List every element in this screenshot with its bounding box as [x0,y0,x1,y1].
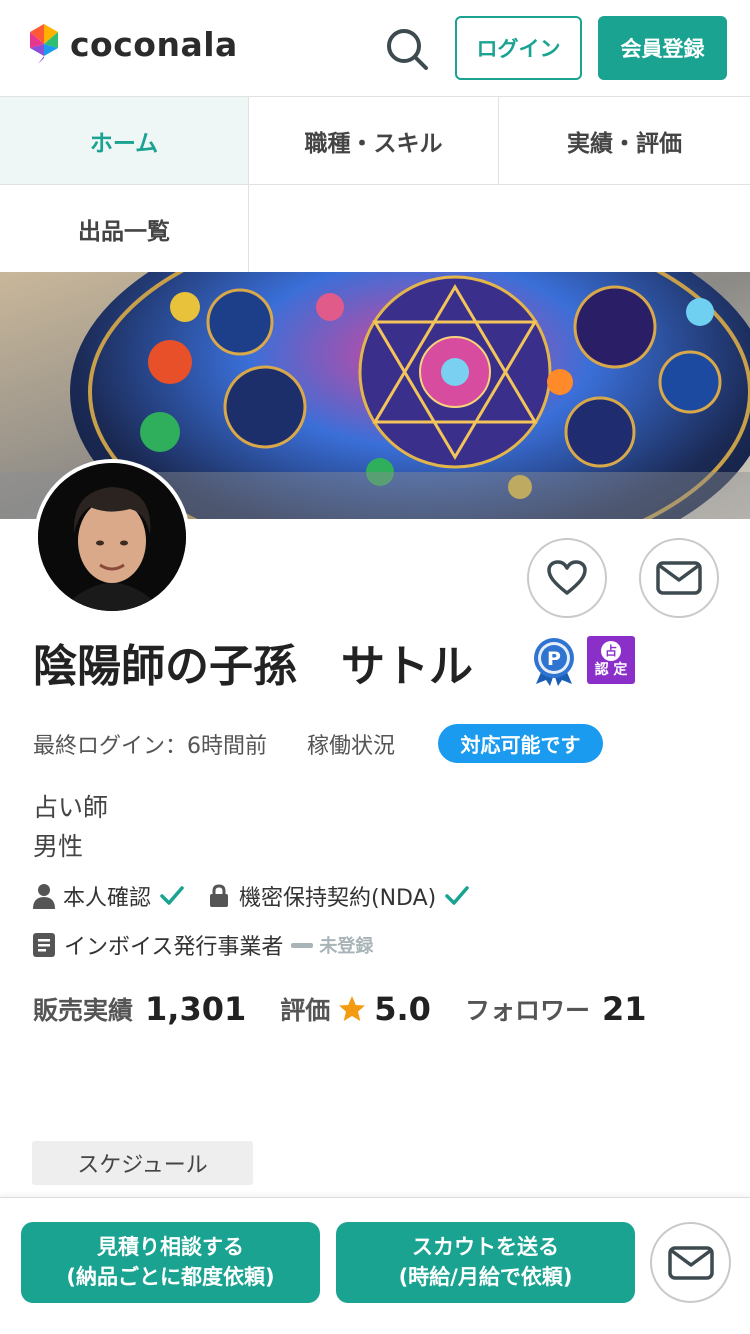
certified-badge-top: 占 [601,641,621,662]
last-login-label: 最終ログイン： [33,734,188,759]
svg-text:P: P [547,648,561,670]
document-icon [33,933,55,957]
sales-value: 1,301 [145,990,247,1028]
followers-label: フォロワー [464,996,590,1025]
search-icon [387,29,428,70]
person-icon [33,884,55,909]
invoice-status: 未登録 [291,932,373,958]
tab-reviews[interactable]: 実績・評価 [499,97,750,185]
footer-message-button[interactable] [650,1222,731,1303]
platinum-badge-icon: P [534,638,574,686]
send-scout-button[interactable]: スカウトを送る (時給/月給で依頼) [336,1222,635,1303]
fortune-certified-badge: 占 認 定 [587,636,635,684]
search-button[interactable] [384,26,430,72]
last-login-row: 最終ログイン： 6時間前 稼働状況 [33,726,395,762]
verification-row: 本人確認 機密保持契約(NDA) [33,880,470,912]
stats-row: 販売実績 1,301 評価 5.0 フォロワー 21 [33,986,646,1032]
scout-button-line2: (時給/月給で依頼) [398,1264,573,1289]
lock-icon [210,884,229,907]
envelope-icon [656,561,702,595]
identity-verified-label: 本人確認 [63,886,152,911]
work-status-label: 稼働状況 [307,734,396,759]
favorite-button[interactable] [527,538,607,618]
login-button[interactable]: ログイン [455,16,582,80]
invoice-label: インボイス発行事業者 [64,935,284,960]
sales-label: 販売実績 [33,996,134,1025]
tab-listings[interactable]: 出品一覧 [0,185,249,273]
coconala-logo-icon [30,24,58,64]
star-icon [339,996,366,1021]
site-header: coconala ログイン 会員登録 [0,0,750,96]
invoice-row: インボイス発行事業者 未登録 [33,929,373,961]
estimate-consult-button[interactable]: 見積り相談する (納品ごとに都度依頼) [21,1222,320,1303]
tab-schedule[interactable]: スケジュール [32,1141,253,1185]
status-badge: 対応可能です [438,724,603,763]
invoice-status-text: 未登録 [319,936,374,957]
logo-text: coconala [70,24,238,64]
tab-home[interactable]: ホーム [0,97,249,185]
heart-icon [547,560,587,595]
message-button[interactable] [639,538,719,618]
check-icon [160,886,184,905]
rating-value: 5.0 [374,990,431,1028]
estimate-button-line1: 見積り相談する [97,1235,244,1260]
dash-icon [291,942,314,948]
gender: 男性 [33,832,84,861]
coconala-logo[interactable]: coconala [24,24,238,64]
tab-skills[interactable]: 職種・スキル [249,97,499,185]
estimate-button-line2: (納品ごとに都度依頼) [66,1264,275,1289]
scout-button-line1: スカウトを送る [412,1235,559,1260]
check-icon [445,886,469,905]
followers-value: 21 [601,990,647,1028]
last-login-value: 6時間前 [187,734,268,759]
rating-label: 評価 [280,996,331,1025]
avatar-photo [38,463,186,611]
avatar [34,459,190,615]
envelope-icon [667,1245,714,1280]
nda-label: 機密保持契約(NDA) [239,886,437,911]
signup-button[interactable]: 会員登録 [598,16,727,80]
profile-tabs: ホーム 職種・スキル 実績・評価 出品一覧 [0,96,750,273]
occupation: 占い師 [33,793,109,822]
page-title: 陰陽師の子孫 サトル [33,641,473,692]
certified-badge-label: 認 定 [594,662,628,679]
